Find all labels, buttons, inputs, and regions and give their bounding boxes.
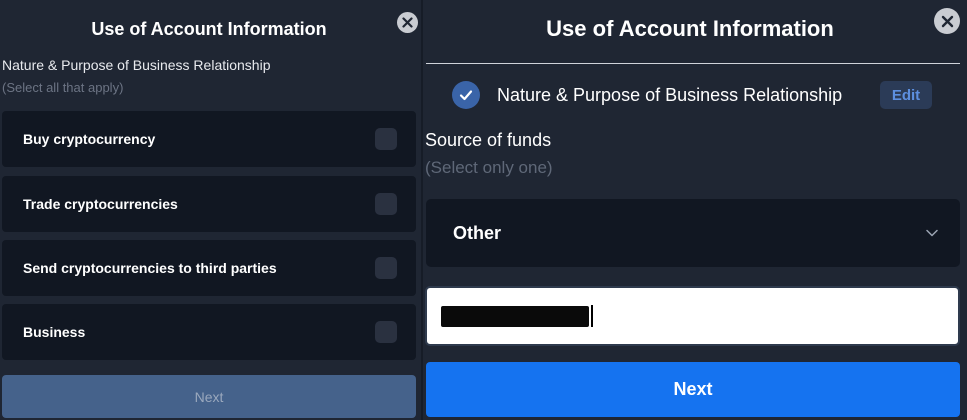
checkbox[interactable] <box>375 257 397 279</box>
edit-button[interactable]: Edit <box>880 81 932 109</box>
left-panel: Use of Account Information Nature & Purp… <box>0 0 423 420</box>
completed-step: Nature & Purpose of Business Relationshi… <box>452 81 842 109</box>
select-hint: (Select only one) <box>425 158 553 177</box>
option-send-cryptocurrencies[interactable]: Send cryptocurrencies to third parties <box>2 240 416 296</box>
option-label: Business <box>23 324 86 340</box>
checkbox[interactable] <box>375 193 397 215</box>
chevron-down-icon <box>926 229 938 237</box>
page-title: Use of Account Information <box>546 16 834 41</box>
close-icon <box>941 15 953 27</box>
other-source-input[interactable] <box>425 286 960 346</box>
text-cursor <box>591 305 593 327</box>
section-label: Source of funds <box>425 130 552 150</box>
option-label: Send cryptocurrencies to third parties <box>23 260 277 276</box>
source-of-funds-select[interactable]: Other <box>426 199 960 267</box>
close-icon <box>402 17 413 28</box>
checkbox[interactable] <box>375 128 397 150</box>
option-label: Buy cryptocurrency <box>23 131 156 147</box>
select-hint: (Select all that apply) <box>2 80 124 95</box>
option-business[interactable]: Business <box>2 304 416 360</box>
close-button[interactable] <box>934 8 960 34</box>
option-label: Trade cryptocurrencies <box>23 196 178 212</box>
section-label: Nature & Purpose of Business Relationshi… <box>2 57 271 73</box>
select-value: Other <box>453 222 502 243</box>
next-button[interactable]: Next <box>426 362 960 417</box>
right-panel: Use of Account Information Nature & Purp… <box>423 0 967 420</box>
redacted-text <box>441 305 589 327</box>
page-title: Use of Account Information <box>91 19 327 39</box>
checkbox[interactable] <box>375 321 397 343</box>
check-circle-icon <box>452 81 480 109</box>
title-divider <box>426 63 960 64</box>
completed-step-label: Nature & Purpose of Business Relationshi… <box>497 84 843 105</box>
close-button[interactable] <box>397 12 418 33</box>
option-trade-cryptocurrencies[interactable]: Trade cryptocurrencies <box>2 176 416 232</box>
next-button-disabled[interactable]: Next <box>2 375 416 418</box>
option-buy-cryptocurrency[interactable]: Buy cryptocurrency <box>2 111 416 167</box>
